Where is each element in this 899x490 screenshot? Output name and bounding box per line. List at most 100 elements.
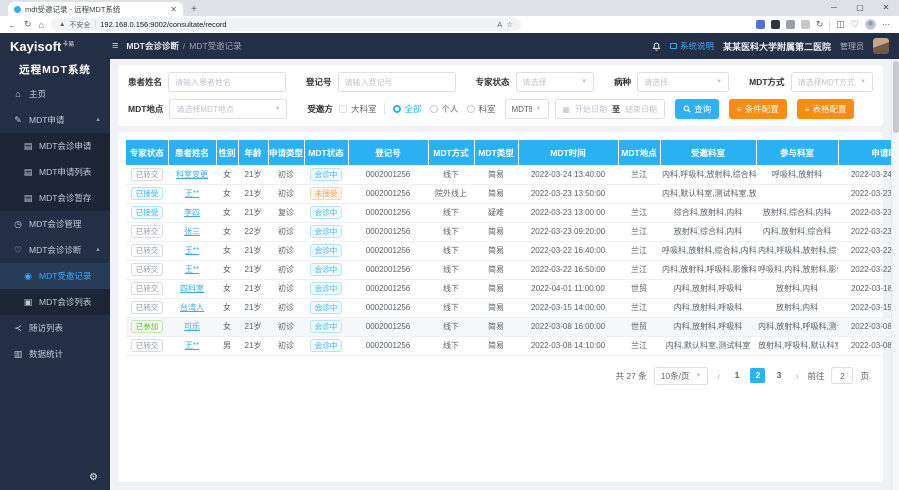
settings-more-icon[interactable]: ⋯ [882, 20, 891, 29]
split-screen-icon[interactable]: ◫ [836, 19, 845, 30]
page-size-select[interactable]: 10条/页▼ [654, 367, 709, 385]
sidebar-item-MDT会诊诊断[interactable]: ♡MDT会诊诊断▲ [0, 237, 110, 263]
window-minimize-button[interactable]: ─ [821, 0, 847, 16]
patient-name-link[interactable]: 科室变更 [176, 170, 208, 179]
status-badge: 已参加 [131, 320, 164, 333]
table-row: 已转交科室变更女21岁初诊会诊中0002001256线下简易2022-03-24… [126, 165, 899, 184]
notification-bell-icon[interactable] [652, 42, 661, 51]
prev-page-button[interactable]: ‹ [715, 371, 722, 381]
shield-list-icon: ▣ [23, 297, 33, 308]
tab-close-icon[interactable]: ✕ [170, 5, 177, 14]
total-count: 共 27 条 [616, 370, 647, 382]
expert-status-select[interactable]: 请选择▼ [516, 72, 595, 92]
table-cell: 2022-03-23 09:20:00 [518, 222, 618, 241]
sidebar-item-MDT会诊申请[interactable]: ▤MDT会诊申请 [0, 133, 110, 159]
radio-科室[interactable]: 科室 [467, 103, 495, 115]
sidebar-item-MDT申请列表[interactable]: ▤MDT申请列表 [0, 159, 110, 185]
table-cell: 2022-03-22 16:40:00 [518, 241, 618, 260]
page-number-3[interactable]: 3 [771, 368, 786, 383]
table-cell: 兰江 [618, 241, 660, 260]
register-no-input[interactable] [338, 72, 456, 92]
table-cell: 简易 [474, 260, 518, 279]
sync-icon[interactable]: ↻ [816, 19, 824, 30]
table-cell: 王** [168, 336, 216, 355]
table-cell: 2022-03-22 16:31:36 [838, 241, 899, 260]
browser-essentials-icon[interactable]: ♡ [851, 19, 859, 30]
mdt-location-select[interactable]: 请选择MDT地点▼ [169, 99, 287, 119]
window-close-button[interactable]: ✕ [873, 0, 899, 16]
next-page-button[interactable]: › [793, 371, 800, 381]
status-badge: 已接受 [131, 187, 164, 200]
disease-select[interactable]: 请选择▼ [637, 72, 729, 92]
refresh-icon[interactable]: ↻ [24, 19, 32, 30]
sidebar-item-主页[interactable]: ⌂主页 [0, 81, 110, 107]
extension-icon-2[interactable] [771, 20, 780, 29]
table-cell: 2022-03-08 13:06:56 [838, 336, 899, 355]
read-aloud-icon[interactable]: A [497, 20, 502, 29]
search-button[interactable]: 查询 [675, 99, 719, 119]
settings-gear-icon[interactable]: ⚙ [89, 472, 98, 483]
big-dept-checkbox[interactable] [339, 105, 347, 113]
home-icon[interactable]: ⌂ [39, 20, 44, 30]
back-icon[interactable]: ← [8, 20, 17, 30]
user-avatar[interactable] [873, 38, 889, 54]
page-scrollbar[interactable] [891, 59, 899, 490]
window-maximize-button[interactable]: ▢ [847, 0, 873, 16]
page-number-1[interactable]: 1 [729, 368, 744, 383]
table-config-button[interactable]: ≡ 表格配置 [797, 99, 855, 119]
extension-icon-3[interactable] [786, 20, 795, 29]
browser-tab[interactable]: mdt受邀记录 - 远程MDT系统 ✕ [8, 2, 183, 16]
sidebar-item-MDT申请[interactable]: ✎MDT申请▲ [0, 107, 110, 133]
table-cell: 会诊中 [304, 222, 348, 241]
patient-name-link[interactable]: 张三 [184, 227, 200, 236]
radio-个人[interactable]: 个人 [430, 103, 458, 115]
date-range-picker[interactable]: ▦ 开始日期 至 结束日期 [555, 99, 666, 119]
scrollbar-thumb[interactable] [893, 61, 899, 133]
chevron-down-icon: ▼ [716, 79, 722, 85]
patient-name-link[interactable]: 王** [185, 246, 199, 255]
patient-name-link[interactable]: 王** [185, 189, 199, 198]
time-type-select[interactable]: MDT时间▼ [505, 99, 549, 119]
table-cell: 2022-03-24 13:40:00 [518, 165, 618, 184]
search-icon [683, 105, 691, 113]
sidebar-item-MDT会诊列表[interactable]: ▣MDT会诊列表 [0, 289, 110, 315]
page-number-2[interactable]: 2 [750, 368, 765, 383]
favorite-star-icon[interactable]: ☆ [506, 20, 513, 29]
table-cell: 0002001256 [348, 298, 428, 317]
new-tab-button[interactable]: + [191, 4, 197, 15]
table-cell: 2022-03-18 11:28:25 [838, 279, 899, 298]
sidebar-title: 远程MDT系统 [0, 59, 110, 81]
patient-name-link[interactable]: 四科室 [180, 284, 204, 293]
extension-icon-4[interactable] [801, 20, 810, 29]
patient-name-link[interactable]: 王** [185, 341, 199, 350]
patient-name-input[interactable] [168, 72, 286, 92]
table-row: 已转交张三女22岁初诊会诊中0002001256线下简易2022-03-23 0… [126, 222, 899, 241]
browser-profile-avatar[interactable] [865, 19, 876, 30]
sidebar-item-MDT会诊暂存[interactable]: ▤MDT会诊暂存 [0, 185, 110, 211]
end-date-placeholder[interactable]: 结束日期 [625, 104, 657, 115]
url-text[interactable]: 192.168.0.156:9002/consultate/record [100, 20, 493, 29]
patient-name-link[interactable]: 可乐 [184, 322, 200, 331]
goto-page-input[interactable] [831, 367, 853, 384]
sidebar-item-数据统计[interactable]: ▥数据统计 [0, 341, 110, 367]
radio-全部[interactable]: 全部 [393, 103, 421, 115]
extension-icon-1[interactable] [756, 20, 765, 29]
patient-name-link[interactable]: 王** [185, 265, 199, 274]
table-cell: 会诊中 [304, 317, 348, 336]
collapse-menu-icon[interactable]: ≡ [112, 40, 118, 52]
condition-config-button[interactable]: ≡ 条件配置 [729, 99, 787, 119]
table-cell: 22岁 [238, 222, 268, 241]
sidebar-item-随访列表[interactable]: ≺随访列表 [0, 315, 110, 341]
table-cell: 简易 [474, 184, 518, 203]
table-cell: 线下 [428, 317, 474, 336]
table-cell: 内科,放射科,呼吸科 [660, 298, 756, 317]
table-cell: 简易 [474, 317, 518, 336]
patient-name-link[interactable]: 台湾人 [180, 303, 204, 312]
start-date-placeholder[interactable]: 开始日期 [575, 104, 607, 115]
address-bar[interactable]: ▲ 不安全 | 192.168.0.156:9002/consultate/re… [51, 18, 521, 31]
sidebar-item-MDT会诊管理[interactable]: ◷MDT会诊管理 [0, 211, 110, 237]
system-help-link[interactable]: 系统说明 [670, 40, 714, 52]
mdt-mode-select[interactable]: 请选择MDT方式▼ [791, 72, 873, 92]
sidebar-item-MDT受邀记录[interactable]: ◉MDT受邀记录 [0, 263, 110, 289]
patient-name-link[interactable]: 李四 [184, 208, 200, 217]
